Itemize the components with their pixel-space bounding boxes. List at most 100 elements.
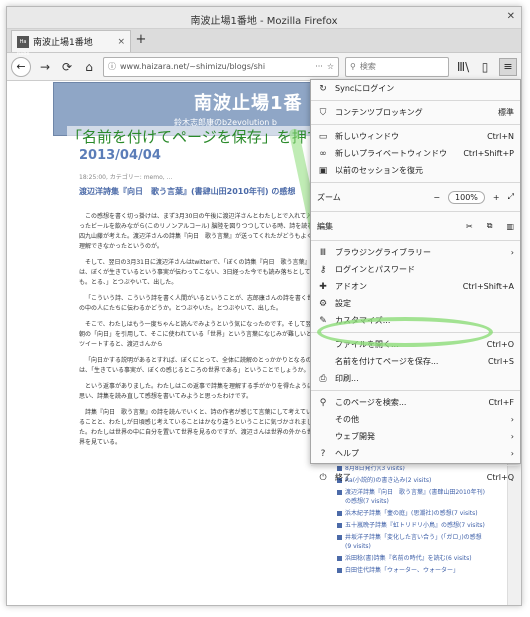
- search-placeholder[interactable]: 検索: [360, 61, 376, 72]
- key-icon: ⚷: [319, 264, 327, 275]
- info-icon[interactable]: ⓘ: [108, 61, 116, 72]
- menu-shortcut: Ctrl+N: [487, 132, 514, 141]
- paragraph: そこで、わたしはもう一度ちゃんと読んでみようという気になったのです。そして翌朝の…: [79, 321, 313, 348]
- search-icon: ⚲: [350, 62, 356, 71]
- menu-label: 新しいウィンドウ: [335, 132, 399, 141]
- paragraph: 詩集『向日 歌う言葉』の詩を読んでいくと、詩の作者が感じて言葉にして考えているこ…: [79, 409, 313, 446]
- fullscreen-icon[interactable]: ⤢: [508, 192, 514, 202]
- menu-label: ウェブ開発: [335, 432, 375, 441]
- url-text[interactable]: www.haizara.net/~shimizu/blogs/shi: [120, 62, 311, 71]
- menu-settings[interactable]: ⚙ 設定: [311, 295, 520, 312]
- library-icon[interactable]: Ⅲ\: [455, 60, 471, 74]
- search-icon: ⚲: [319, 397, 327, 408]
- cut-icon[interactable]: ✂: [466, 222, 473, 231]
- menu-restore-session[interactable]: ▣ 以前のセッションを復元: [311, 162, 520, 179]
- menu-shortcut: Ctrl+S: [487, 357, 514, 366]
- menu-label: 新しいプライベートウィンドウ: [335, 149, 447, 158]
- hamburger-menu-icon[interactable]: ≡: [499, 57, 517, 76]
- banner-title: 南波止場1番: [194, 93, 303, 114]
- menu-addons[interactable]: ✚ アドオン Ctrl+Shift+A: [311, 278, 520, 295]
- menu-label: Syncにログイン: [335, 84, 395, 93]
- printer-icon: ⎙: [319, 373, 327, 384]
- submenu-arrow-icon: ›: [510, 432, 514, 441]
- menu-label: このページを検索...: [335, 398, 407, 407]
- menu-more[interactable]: その他 ›: [311, 411, 520, 428]
- menu-label: ヘルプ: [335, 449, 359, 458]
- sidebar-link[interactable]: 白田佳代詩集「ウォーター、ウォーター」: [337, 566, 487, 575]
- zoom-reset-button[interactable]: 100%: [448, 190, 485, 204]
- back-button[interactable]: ←: [11, 56, 31, 77]
- menu-label: その他: [335, 415, 359, 424]
- tab-bar: Ha nabe 南波止場1番地 × +: [7, 29, 521, 57]
- tab-label: 南波止場1番地: [33, 38, 93, 48]
- menu-label: 名前を付けてページを保存...: [335, 357, 439, 366]
- library-icon: Ⅲ: [319, 247, 327, 258]
- divider: [311, 182, 520, 183]
- submenu-arrow-icon: ›: [510, 415, 514, 424]
- url-bar[interactable]: ⓘ www.haizara.net/~shimizu/blogs/shi ···…: [103, 56, 339, 77]
- sidebar-icon[interactable]: ▯: [477, 60, 493, 74]
- submenu-arrow-icon: ›: [510, 449, 514, 458]
- sync-icon: ↻: [319, 83, 327, 94]
- nav-bar: ← → ⟳ ⌂ ⓘ www.haizara.net/~shimizu/blogs…: [7, 53, 521, 81]
- power-icon: ⏻: [319, 472, 327, 483]
- menu-help[interactable]: ? ヘルプ ›: [311, 445, 520, 462]
- menu-logins[interactable]: ⚷ ログインとパスワード: [311, 261, 520, 278]
- sidebar-link[interactable]: 五十嵐晩子詩集『虹トリドリ小鳥』の感想(7 visits): [337, 521, 487, 530]
- menu-web-developer[interactable]: ウェブ開発 ›: [311, 428, 520, 445]
- copy-icon[interactable]: ⧉: [487, 221, 493, 231]
- menu-find[interactable]: ⚲ このページを検索... Ctrl+F: [311, 394, 520, 411]
- sidebar-link[interactable]: 渡辺洋詩集『向日 歌う言葉』(書肆山田2010年刊)の感想(7 visits): [337, 488, 487, 506]
- tab-close-icon[interactable]: ×: [117, 37, 125, 47]
- zoom-in-button[interactable]: +: [493, 193, 500, 202]
- paragraph: そして、翌日の3月31日に渡辺洋さんはtwitterで、「ぼくの詩集『向日 歌う…: [79, 259, 311, 286]
- paragraph: この感想を書く切っ掛けは、まず3月30日の午後に渡辺洋さんとわたしとで入れて入っ…: [79, 213, 314, 250]
- paragraph: という返事がありました。わたしはこの返事で詩集を理解する手がかりを得たように思い…: [79, 383, 314, 400]
- divider: [311, 100, 520, 101]
- menu-content-blocking[interactable]: ⛉ コンテンツブロッキング 標準: [311, 104, 520, 121]
- new-tab-button[interactable]: +: [131, 30, 151, 52]
- tab-current[interactable]: Ha nabe 南波止場1番地 ×: [11, 30, 131, 57]
- menu-shortcut: Ctrl+F: [488, 398, 514, 407]
- menu-shortcut: Ctrl+Q: [486, 473, 514, 482]
- menu-label: ブラウジングライブラリー: [335, 248, 431, 257]
- menu-quit[interactable]: ⏻ 終了 Ctrl+Q: [311, 469, 520, 486]
- restore-icon: ▣: [318, 165, 328, 176]
- favicon-icon: Ha nabe: [17, 35, 29, 57]
- home-button[interactable]: ⌂: [81, 60, 97, 74]
- menu-new-private-window[interactable]: ∞ 新しいプライベートウィンドウ Ctrl+Shift+P: [311, 145, 520, 162]
- mask-icon: ∞: [319, 148, 327, 159]
- divider: [311, 124, 520, 125]
- sidebar-link[interactable]: 浜木紀子詩集「壷の庭」(思潮社)の感想(7 visits): [337, 509, 487, 518]
- puzzle-icon: ✚: [319, 281, 327, 292]
- instruction-annotation: 「名前を付けてページを保存」を押す: [67, 126, 322, 147]
- page-actions-icon[interactable]: ···: [315, 62, 323, 71]
- window-controls: ✕: [507, 11, 515, 22]
- star-icon[interactable]: ☆: [327, 62, 334, 71]
- menu-label: コンテンツブロッキング: [335, 108, 423, 117]
- post-title[interactable]: 渡辺洋詩集『向日 歌う言葉』(書肆山田2010年刊) の感想: [79, 186, 315, 198]
- menu-label: 以前のセッションを復元: [335, 166, 423, 175]
- divider: [311, 211, 520, 212]
- menu-shortcut: Ctrl+O: [486, 340, 514, 349]
- menu-value: 標準: [498, 108, 514, 117]
- app-menu-panel: ↻ Syncにログイン ⛉ コンテンツブロッキング 標準 ▭ 新しいウィンドウ Ctrl+…: [310, 79, 521, 483]
- menu-library[interactable]: Ⅲ ブラウジングライブラリー ›: [311, 244, 520, 261]
- paste-icon[interactable]: ▥: [506, 222, 514, 231]
- menu-label: ズーム: [317, 192, 341, 202]
- search-bar[interactable]: ⚲ 検索: [345, 56, 449, 77]
- menu-new-window[interactable]: ▭ 新しいウィンドウ Ctrl+N: [311, 128, 520, 145]
- close-window-icon[interactable]: ✕: [507, 11, 515, 22]
- sidebar-link[interactable]: 浜田稔(書)詩集『名前の時代』を読む(6 visits): [337, 554, 487, 563]
- shield-icon: ⛉: [319, 107, 327, 118]
- reload-button[interactable]: ⟳: [59, 60, 75, 74]
- forward-button[interactable]: →: [37, 60, 53, 74]
- menu-save-page-as[interactable]: 名前を付けてページを保存... Ctrl+S: [311, 353, 520, 370]
- menu-print[interactable]: ⎙ 印刷...: [311, 370, 520, 387]
- paragraph: 「こういう詩、こういう詩を書く人間がいるということが、志郎康さんの詩を書く世の中…: [79, 295, 313, 312]
- post-meta: 18:25:00, カテゴリー: memo, ...: [79, 174, 173, 181]
- sidebar-link[interactable]: 井坂洋子詩集「変化した言い合う」(「ガロ」)の感想(9 visits): [337, 533, 487, 551]
- menu-sync[interactable]: ↻ Syncにログイン: [311, 80, 520, 97]
- menu-label: 印刷...: [335, 374, 359, 383]
- zoom-out-button[interactable]: −: [433, 193, 440, 202]
